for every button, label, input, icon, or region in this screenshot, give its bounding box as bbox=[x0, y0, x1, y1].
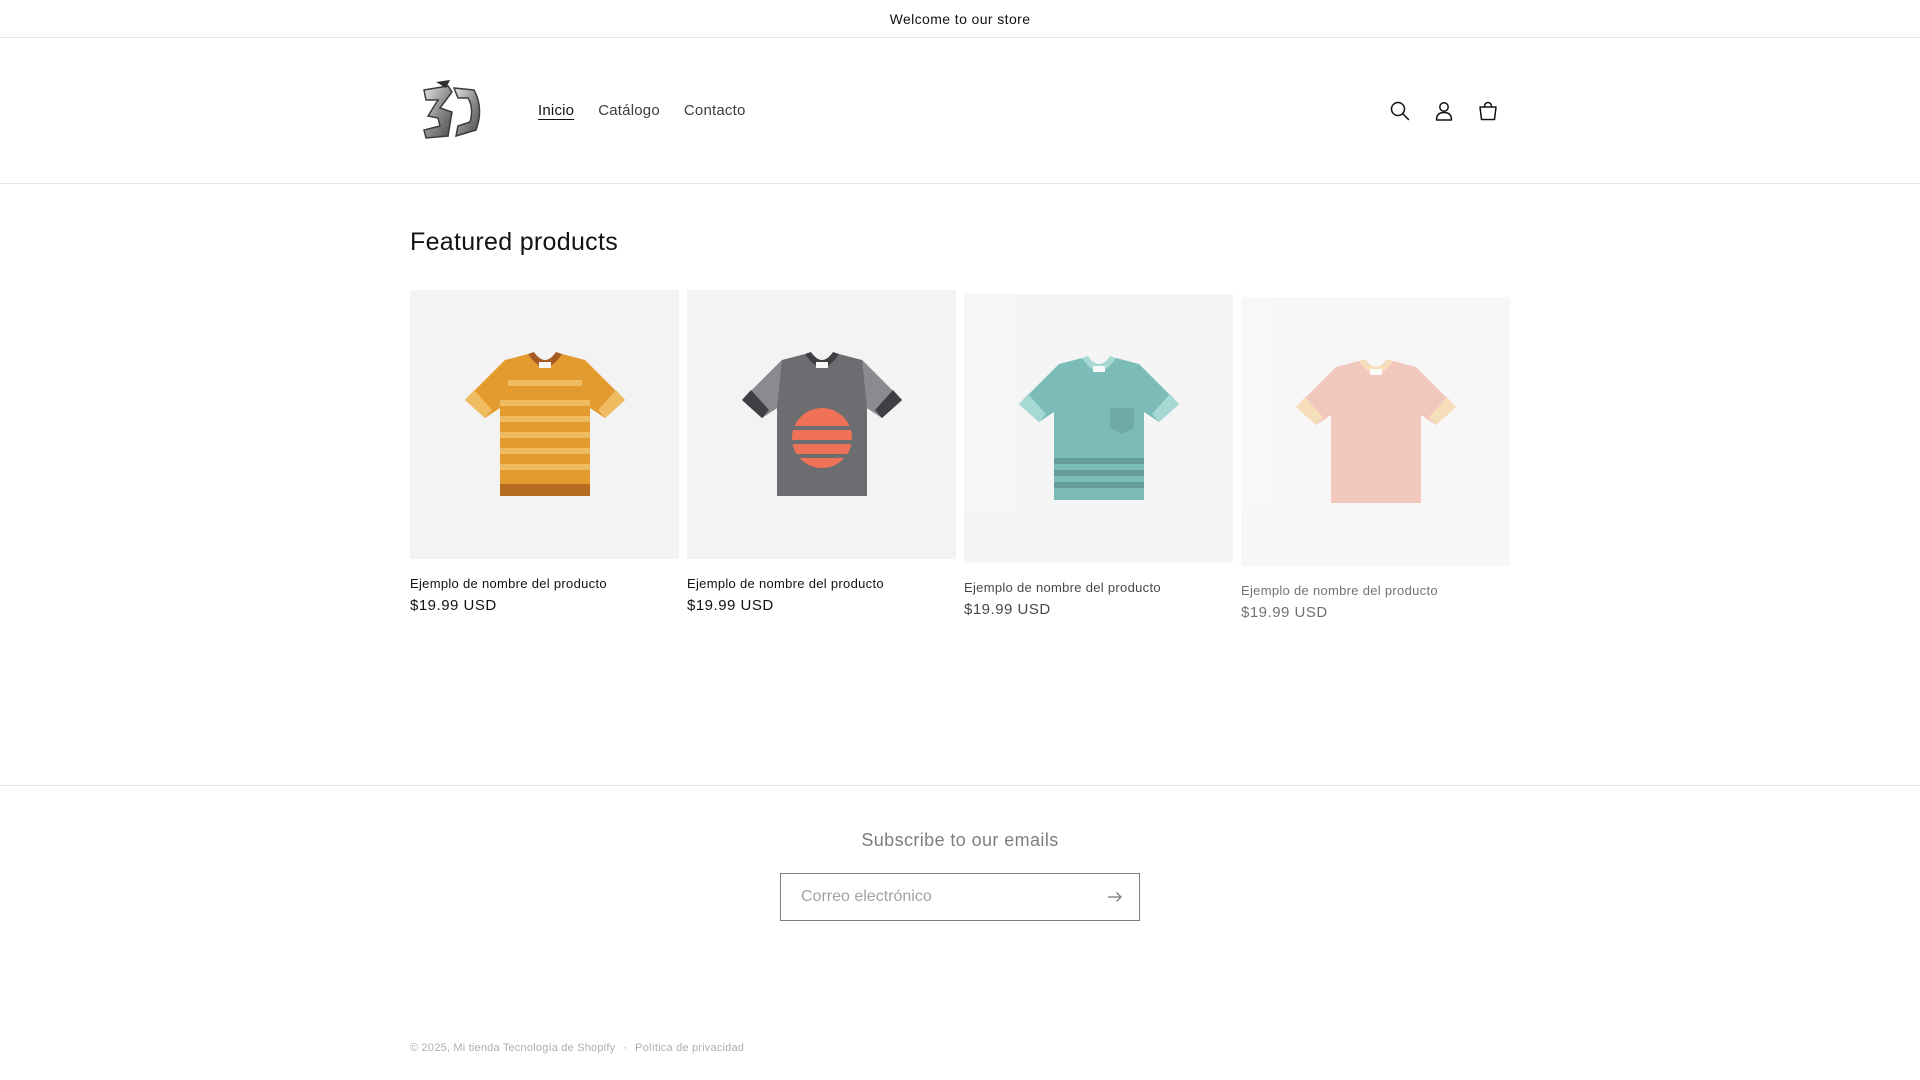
product-card[interactable]: Ejemplo de nombre del producto $19.99 US… bbox=[410, 290, 679, 621]
announcement-bar: Welcome to our store bbox=[0, 0, 1920, 38]
product-grid: Ejemplo de nombre del producto $19.99 US… bbox=[410, 290, 1510, 621]
main-nav: Inicio Catálogo Contacto bbox=[526, 102, 758, 119]
search-icon bbox=[1390, 101, 1410, 120]
product-name[interactable]: Ejemplo de nombre del producto bbox=[410, 576, 679, 591]
header-icons bbox=[1378, 89, 1510, 133]
announcement-text: Welcome to our store bbox=[889, 10, 1031, 27]
logo-3d-icon bbox=[423, 79, 481, 139]
product-price: $19.99 USD bbox=[1241, 604, 1328, 621]
featured-section: Featured products bbox=[410, 228, 1510, 257]
newsletter-title: Subscribe to our emails bbox=[861, 830, 1059, 850]
privacy-policy-link[interactable]: Política de privacidad bbox=[635, 1042, 744, 1054]
search-button[interactable] bbox=[1378, 89, 1422, 133]
cart-button[interactable] bbox=[1466, 89, 1510, 133]
site-header: Inicio Catálogo Contacto bbox=[0, 38, 1920, 184]
store-logo[interactable] bbox=[410, 68, 496, 154]
tshirt-pink-ringer-icon bbox=[1295, 358, 1456, 503]
product-price: $19.99 USD bbox=[410, 597, 497, 614]
tshirt-teal-pocket-icon bbox=[1018, 355, 1179, 500]
account-button[interactable] bbox=[1422, 89, 1466, 133]
email-form bbox=[780, 873, 1140, 921]
product-price: $19.99 USD bbox=[964, 601, 1051, 618]
cart-icon bbox=[1479, 101, 1497, 120]
footer-divider bbox=[0, 785, 1920, 786]
product-image[interactable] bbox=[964, 294, 1233, 563]
product-price: $19.99 USD bbox=[687, 597, 774, 614]
email-input[interactable] bbox=[801, 888, 1105, 906]
copyright-text: © 2025, Mi tienda Tecnología de Shopify bbox=[410, 1042, 616, 1054]
subscribe-button[interactable] bbox=[1105, 887, 1125, 907]
footer-bottom: © 2025, Mi tienda Tecnología de Shopify … bbox=[410, 1042, 744, 1054]
tshirt-gray-sunset-icon bbox=[741, 351, 902, 496]
newsletter-section: Subscribe to our emails bbox=[0, 830, 1920, 921]
product-image[interactable] bbox=[687, 290, 956, 559]
product-image[interactable] bbox=[1241, 297, 1510, 566]
account-icon bbox=[1435, 101, 1453, 121]
product-name[interactable]: Ejemplo de nombre del producto bbox=[964, 580, 1233, 595]
nav-link-catalogo[interactable]: Catálogo bbox=[598, 102, 660, 119]
product-name[interactable]: Ejemplo de nombre del producto bbox=[1241, 583, 1510, 598]
arrow-right-icon bbox=[1108, 892, 1122, 902]
product-card[interactable]: Ejemplo de nombre del producto $19.99 US… bbox=[687, 290, 956, 621]
product-card[interactable]: Ejemplo de nombre del producto $19.99 US… bbox=[1241, 297, 1510, 621]
nav-link-inicio[interactable]: Inicio bbox=[538, 102, 574, 119]
product-image[interactable] bbox=[410, 290, 679, 559]
nav-link-contacto[interactable]: Contacto bbox=[684, 102, 746, 119]
product-name[interactable]: Ejemplo de nombre del producto bbox=[687, 576, 956, 591]
footer-separator: · bbox=[623, 1042, 628, 1054]
product-card[interactable]: Ejemplo de nombre del producto $19.99 US… bbox=[964, 294, 1233, 621]
featured-title: Featured products bbox=[410, 228, 618, 256]
tshirt-striped-orange-icon bbox=[464, 351, 625, 496]
